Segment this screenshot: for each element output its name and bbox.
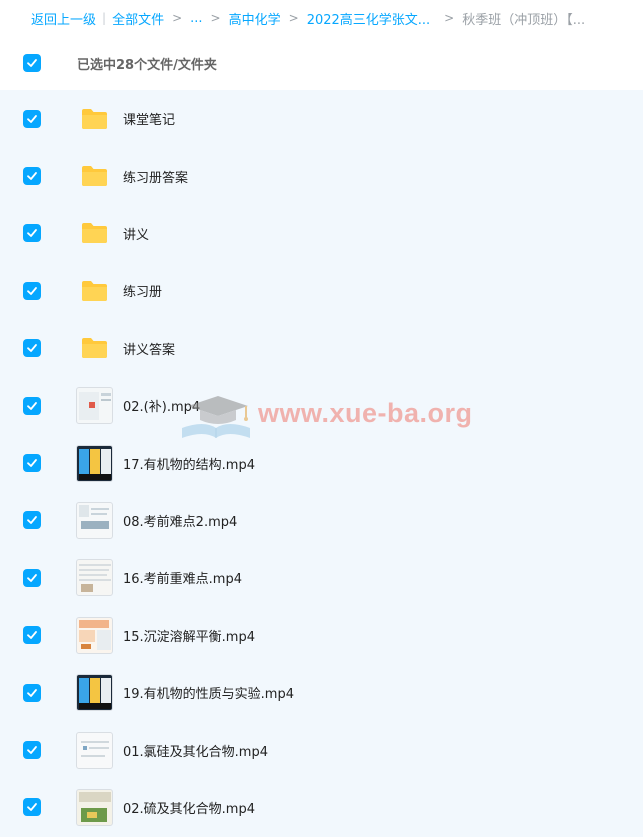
check-icon [27,573,37,582]
chevron-right-icon: > [172,11,183,25]
video-thumbnail [76,559,113,597]
folder-icon [82,223,107,244]
file-name[interactable]: 16.考前重难点.mp4 [123,568,242,587]
file-row[interactable]: 17.有机物的结构.mp4 [0,434,643,491]
folder-row[interactable]: 讲义 [0,205,643,262]
video-thumbnail [76,731,113,769]
row-checkbox[interactable] [23,224,41,243]
back-link[interactable]: 返回上一级 [31,9,96,28]
check-icon [27,803,37,812]
video-thumbnail-image [79,504,109,529]
folder-row[interactable]: 练习册 [0,262,643,319]
row-checkbox[interactable] [23,281,41,300]
file-list: 课堂笔记练习册答案讲义练习册讲义答案 02.(补).mp4 17.有机物的结构.mp… [0,90,643,837]
video-thumbnail-image [79,564,111,593]
breadcrumb-current: 秋季班（冲顶班）【... [462,12,586,28]
all-files-link[interactable]: 全部文件 [112,9,164,28]
breadcrumb-level2[interactable]: 2022高三化学张文... [307,9,430,28]
file-row[interactable]: 02.(补).mp4 [0,377,643,434]
check-icon [27,286,37,295]
video-thumbnail-image [79,619,111,650]
separator: | [102,11,107,25]
row-checkbox[interactable] [23,339,41,358]
file-name[interactable]: 17.有机物的结构.mp4 [123,454,255,473]
row-checkbox[interactable] [23,511,41,530]
file-row[interactable]: 16.考前重难点.mp4 [0,549,643,606]
folder-icon [82,338,107,359]
file-row[interactable]: 01.氯硅及其化合物.mp4 [0,721,643,778]
file-name[interactable]: 讲义 [123,224,149,243]
video-thumbnail [76,387,113,425]
row-checkbox[interactable] [23,626,41,645]
chevron-right-icon: > [444,11,455,25]
video-thumbnail [76,501,113,539]
select-all-checkbox[interactable] [23,54,41,72]
check-icon [27,344,37,353]
row-checkbox[interactable] [23,109,41,128]
file-name[interactable]: 练习册 [123,281,162,300]
chevron-right-icon: > [210,11,221,25]
folder-icon [82,166,107,187]
file-name[interactable]: 练习册答案 [123,167,188,186]
check-icon [27,631,37,640]
row-checkbox[interactable] [23,396,41,415]
breadcrumb: 返回上一级 | 全部文件 > ... > 高中化学 > 2022高三化学张文..… [0,0,643,36]
video-thumbnail [76,788,113,826]
file-name[interactable]: 15.沉淀溶解平衡.mp4 [123,626,255,645]
check-icon [27,59,37,67]
row-checkbox[interactable] [23,741,41,760]
file-row[interactable]: 08.考前难点2.mp4 [0,492,643,549]
row-checkbox[interactable] [23,798,41,817]
file-name[interactable]: 课堂笔记 [123,109,175,128]
video-thumbnail-image [79,448,111,480]
folder-icon [82,108,107,129]
chevron-right-icon: > [288,11,299,25]
folder-row[interactable]: 课堂笔记 [0,90,643,147]
breadcrumb-level1[interactable]: 高中化学 [229,9,281,28]
check-icon [27,688,37,697]
folder-row[interactable]: 练习册答案 [0,147,643,204]
check-icon [27,459,37,467]
file-name[interactable]: 01.氯硅及其化合物.mp4 [123,741,268,760]
file-name[interactable]: 02.(补).mp4 [123,396,200,415]
check-icon [27,516,37,525]
file-row[interactable]: 19.有机物的性质与实验.mp4 [0,664,643,721]
check-icon [27,746,37,754]
video-thumbnail [76,674,113,712]
folder-icon [82,280,107,301]
check-icon [27,401,37,410]
file-name[interactable]: 02.硫及其化合物.mp4 [123,798,255,817]
check-icon [27,114,37,123]
breadcrumb-ellipsis[interactable]: ... [190,11,202,26]
video-thumbnail-image [79,678,111,710]
file-row[interactable]: 15.沉淀溶解平衡.mp4 [0,607,643,664]
file-name[interactable]: 讲义答案 [123,339,175,358]
row-checkbox[interactable] [23,683,41,702]
row-checkbox[interactable] [23,454,41,473]
selection-header: 已选中28个文件/文件夹 [0,36,643,90]
row-checkbox[interactable] [23,568,41,587]
selection-count-label: 已选中28个文件/文件夹 [77,57,217,73]
file-row[interactable]: 02.硫及其化合物.mp4 [0,779,643,836]
video-thumbnail [76,616,113,654]
check-icon [27,229,37,238]
video-thumbnail-image [79,791,111,822]
video-thumbnail-image [79,392,111,421]
file-name[interactable]: 19.有机物的性质与实验.mp4 [123,683,294,702]
folder-row[interactable]: 讲义答案 [0,320,643,377]
video-thumbnail-image [81,740,109,757]
row-checkbox[interactable] [23,167,41,186]
video-thumbnail [76,444,113,482]
file-name[interactable]: 08.考前难点2.mp4 [123,511,237,530]
check-icon [27,172,37,180]
